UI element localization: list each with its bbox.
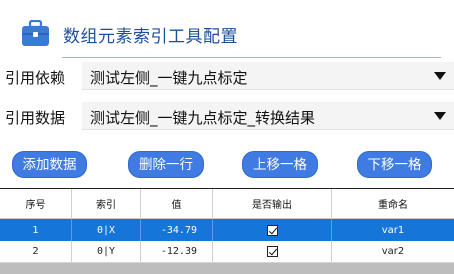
- chevron-down-icon[interactable]: [434, 72, 446, 80]
- column-header-value[interactable]: 值: [141, 189, 213, 218]
- output-checkbox[interactable]: [266, 246, 278, 257]
- column-header-index[interactable]: 序号: [0, 189, 72, 218]
- delete-row-button[interactable]: 删除一行: [128, 151, 204, 178]
- row-rename[interactable]: var2: [332, 241, 454, 262]
- move-up-button[interactable]: 上移一格: [242, 151, 318, 178]
- data-value: 测试左侧_一键九点标定_转换结果: [90, 109, 316, 127]
- table-row[interactable]: 1 0|X -34.79 var1: [0, 219, 454, 241]
- row-value: -34.79: [141, 219, 213, 241]
- output-checkbox[interactable]: [266, 224, 278, 236]
- column-header-rename[interactable]: 重命名: [332, 189, 454, 218]
- row-output-cell: [213, 241, 332, 262]
- table-scroll-area[interactable]: [0, 263, 454, 274]
- chevron-down-icon[interactable]: [434, 112, 446, 120]
- data-table: 序号 索引 值 是否输出 重命名 1 0|X -34.79 var1 2 0|Y…: [0, 188, 454, 274]
- row-key: 0|Y: [72, 241, 141, 262]
- dependency-value: 测试左侧_一键九点标定: [90, 69, 248, 87]
- table-row[interactable]: 2 0|Y -12.39 var2: [0, 241, 454, 263]
- data-row: 引用数据 测试左侧_一键九点标定_转换结果: [0, 102, 454, 130]
- row-index: 2: [0, 241, 72, 262]
- row-rename[interactable]: var1: [332, 219, 454, 241]
- table-header-row: 序号 索引 值 是否输出 重命名: [0, 189, 454, 219]
- dependency-label: 引用依赖: [5, 69, 66, 87]
- row-index: 1: [0, 219, 72, 241]
- header-divider: [62, 57, 441, 58]
- briefcase-icon: [22, 20, 49, 46]
- dependency-row: 引用依赖 测试左侧_一键九点标定: [0, 62, 454, 90]
- row-key: 0|X: [72, 219, 141, 241]
- row-output-cell: [213, 219, 332, 241]
- column-header-key[interactable]: 索引: [72, 189, 141, 218]
- data-select[interactable]: 测试左侧_一键九点标定_转换结果: [82, 102, 454, 130]
- data-label: 引用数据: [5, 109, 66, 127]
- row-value: -12.39: [141, 241, 213, 262]
- dependency-select[interactable]: 测试左侧_一键九点标定: [82, 62, 454, 90]
- add-data-button[interactable]: 添加数据: [12, 151, 87, 178]
- header: 数组元素索引工具配置: [0, 0, 454, 64]
- move-down-button[interactable]: 下移一格: [357, 151, 432, 178]
- column-header-output[interactable]: 是否输出: [213, 189, 332, 218]
- page-title: 数组元素索引工具配置: [63, 27, 238, 47]
